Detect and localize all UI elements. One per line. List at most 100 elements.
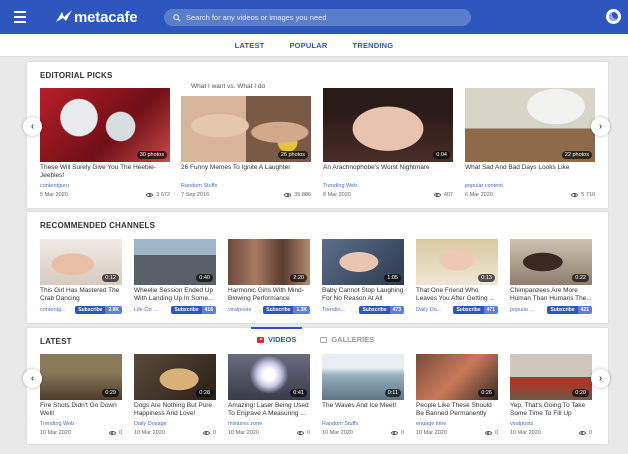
subscribe-button[interactable]: Subscribe 2.8K <box>75 306 122 314</box>
card-channel[interactable]: contentguru <box>40 183 69 189</box>
tab-label: VIDEOS <box>268 335 297 344</box>
chevron-left-icon: ‹ <box>30 121 35 132</box>
photo-count-badge: 22 photos <box>561 151 592 159</box>
card-channel[interactable]: Random Stuffs <box>322 421 358 427</box>
subscribe-button[interactable]: Subscribe 1.3K <box>263 306 310 314</box>
channel-card[interactable]: 0:22 Chimpanzees Are More Human Than Hum… <box>510 239 592 319</box>
card-channel[interactable]: Daily Dosage <box>134 421 167 427</box>
card-channel[interactable]: viralposts <box>510 421 533 427</box>
card-channel[interactable]: Trending Web <box>323 183 357 189</box>
editorial-card[interactable]: What I want vs. What I do 26 photos 26 F… <box>181 83 311 203</box>
card-thumbnail[interactable]: 0:40 <box>134 239 216 285</box>
card-thumbnail[interactable]: 22 photos <box>465 88 595 162</box>
tab-galleries[interactable]: GALLERIES <box>318 335 376 344</box>
top-nav: LATEST POPULAR TRENDING <box>0 34 628 57</box>
card-title[interactable]: Chimpanzees Are More Human Than Humans T… <box>510 287 592 303</box>
card-title[interactable]: People Like These Should Be Banned Perma… <box>416 402 498 418</box>
card-thumbnail[interactable]: 0:28 <box>134 354 216 400</box>
card-title[interactable]: Dogs Are Nothing But Pure Happiness And … <box>134 402 216 418</box>
subscribe-label: Subscribe <box>359 306 390 314</box>
card-title[interactable]: The Waves And Ice Meet! <box>322 402 404 418</box>
video-card[interactable]: 0:29 Fire Shots Didn't Go Down Well! Tre… <box>40 354 122 440</box>
search-bar[interactable] <box>164 9 471 26</box>
card-title[interactable]: Harmonic Girls With Mind-Blowing Perform… <box>228 287 310 303</box>
subscriber-count: 471 <box>483 306 498 314</box>
duration-badge: 0:04 <box>433 151 450 159</box>
card-views: 3 672 <box>146 192 170 198</box>
editorial-card[interactable]: 0:04 An Arachnophobe's Worst Nightmare T… <box>323 88 453 203</box>
card-channel[interactable]: contentg... <box>40 307 66 313</box>
card-thumbnail[interactable]: 0:20 <box>510 354 592 400</box>
card-channel[interactable]: viralposts <box>228 307 251 313</box>
tab-videos[interactable]: VIDEOS <box>250 327 303 344</box>
next-arrow-button[interactable]: › <box>591 369 610 388</box>
editorial-card[interactable]: 30 photos These Will Surely Give You The… <box>40 88 170 203</box>
channel-card[interactable]: 0:13 That One Friend Who Leaves You Afte… <box>416 239 498 319</box>
card-thumbnail[interactable]: 0:13 <box>416 239 498 285</box>
card-thumbnail[interactable]: 0:26 <box>416 354 498 400</box>
video-card[interactable]: 0:20 Yep, That's Going To Take Some Time… <box>510 354 592 440</box>
card-title[interactable]: Fire Shots Didn't Go Down Well! <box>40 402 122 418</box>
channel-card[interactable]: 2:20 Harmonic Girls With Mind-Blowing Pe… <box>228 239 310 319</box>
video-card[interactable]: 0:28 Dogs Are Nothing But Pure Happiness… <box>134 354 216 440</box>
card-channel[interactable]: Trendin... <box>322 307 345 313</box>
card-channel[interactable]: Trending Web <box>40 421 74 427</box>
nav-trending[interactable]: TRENDING <box>353 41 394 50</box>
subscriber-count: 1.3K <box>293 306 310 314</box>
card-thumbnail[interactable]: 0:22 <box>510 239 592 285</box>
video-card[interactable]: 0:26 People Like These Should Be Banned … <box>416 354 498 440</box>
nav-popular[interactable]: POPULAR <box>289 41 327 50</box>
eye-icon <box>578 431 586 435</box>
duration-badge: 1:05 <box>384 274 401 282</box>
duration-badge: 0:22 <box>572 274 589 282</box>
card-thumbnail[interactable]: 1:05 <box>322 239 404 285</box>
channel-card[interactable]: 0:40 Wheelie Session Ended Up With Landi… <box>134 239 216 319</box>
card-channel[interactable]: popular ... <box>510 307 534 313</box>
card-thumbnail[interactable]: 0:12 <box>40 239 122 285</box>
card-channel[interactable]: Daily Do... <box>416 307 441 313</box>
card-title[interactable]: This Girl Has Mastered The Crab Dancing <box>40 287 122 303</box>
card-title[interactable]: Wheelie Session Ended Up With Landing Up… <box>134 287 216 303</box>
thumbnail-caption: What I want vs. What I do <box>191 83 266 90</box>
card-title[interactable]: An Arachnophobe's Worst Nightmare <box>323 164 453 180</box>
card-channel[interactable]: engage time <box>416 421 446 427</box>
metacafe-logo[interactable]: metacafe <box>55 8 138 26</box>
card-channel[interactable]: Random Stuffs <box>181 183 217 189</box>
prev-arrow-button[interactable]: ‹ <box>23 369 42 388</box>
next-arrow-button[interactable]: › <box>591 117 610 136</box>
duration-badge: 0:41 <box>290 389 307 397</box>
card-title[interactable]: Baby Cannot Stop Laughing For No Reason … <box>322 287 404 303</box>
card-thumbnail[interactable]: 0:11 <box>322 354 404 400</box>
card-title[interactable]: These Will Surely Give You The Heebie-Je… <box>40 164 170 180</box>
subscribe-button[interactable]: Subscribe 471 <box>453 306 498 314</box>
card-title[interactable]: Yep, That's Going To Take Some Time To F… <box>510 402 592 418</box>
card-title[interactable]: 26 Funny Memes To Ignite A Laughter <box>181 164 311 180</box>
channel-card[interactable]: 0:12 This Girl Has Mastered The Crab Dan… <box>40 239 122 319</box>
channel-card[interactable]: 1:05 Baby Cannot Stop Laughing For No Re… <box>322 239 404 319</box>
card-channel[interactable]: popular content <box>465 183 503 189</box>
card-thumbnail[interactable]: 30 photos <box>40 88 170 162</box>
video-card[interactable]: 0:11 The Waves And Ice Meet! Random Stuf… <box>322 354 404 440</box>
subscribe-button[interactable]: Subscribe 473 <box>359 306 404 314</box>
card-thumbnail[interactable]: 0:29 <box>40 354 122 400</box>
card-title[interactable]: What Sad And Bad Days Looks Like <box>465 164 595 180</box>
view-count: 0 <box>588 430 592 436</box>
editorial-card[interactable]: 22 photos What Sad And Bad Days Looks Li… <box>465 88 595 203</box>
video-card[interactable]: 0:41 Amazing! Laser Being Used To Engrav… <box>228 354 310 440</box>
hamburger-menu-icon[interactable] <box>14 11 26 23</box>
card-channel[interactable]: mixtures zone <box>228 421 262 427</box>
card-channel[interactable]: Life On ... <box>134 307 158 313</box>
subscribe-button[interactable]: Subscribe 416 <box>171 306 216 314</box>
card-thumbnail[interactable]: 26 photos <box>181 96 311 162</box>
prev-arrow-button[interactable]: ‹ <box>23 117 42 136</box>
user-avatar-icon[interactable] <box>606 9 621 24</box>
subscribe-button[interactable]: Subscribe 421 <box>547 306 592 314</box>
card-thumbnail[interactable]: 0:04 <box>323 88 453 162</box>
card-thumbnail[interactable]: 2:20 <box>228 239 310 285</box>
card-title[interactable]: Amazing! Laser Being Used To Engrave A M… <box>228 402 310 418</box>
card-title[interactable]: That One Friend Who Leaves You After Get… <box>416 287 498 303</box>
card-thumbnail[interactable]: 0:41 <box>228 354 310 400</box>
card-views: 0 <box>296 430 310 436</box>
nav-latest[interactable]: LATEST <box>235 41 265 50</box>
search-input[interactable] <box>186 13 456 22</box>
